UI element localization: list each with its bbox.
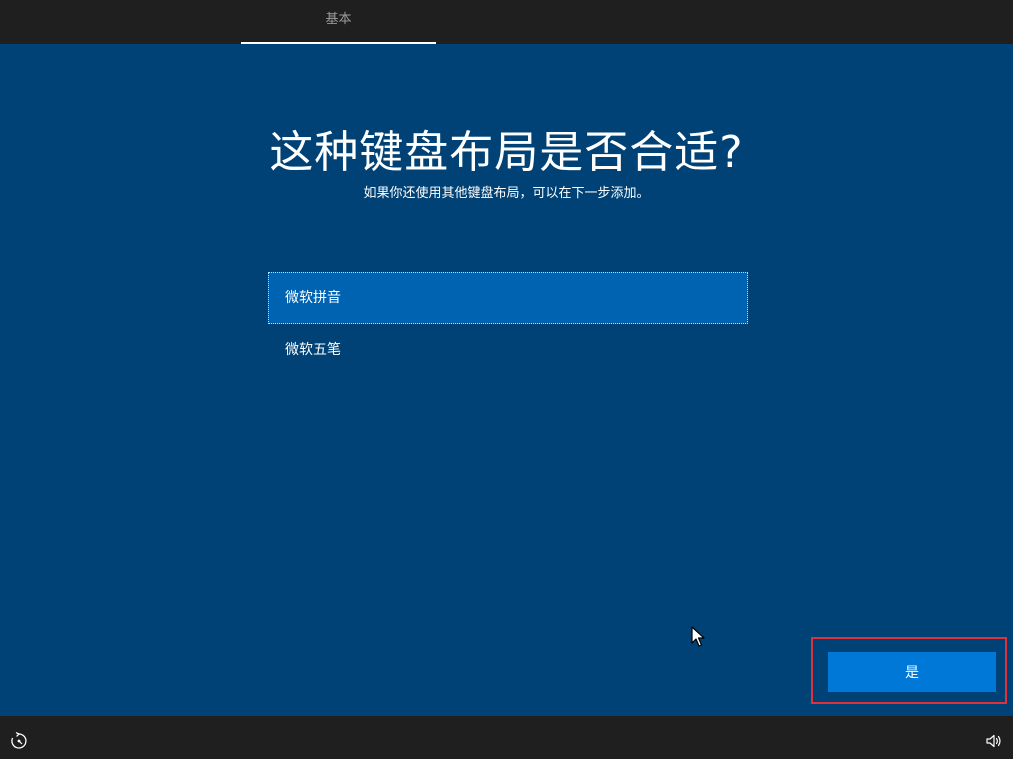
ease-of-access-icon[interactable]: [10, 732, 28, 750]
mouse-cursor-icon: [691, 626, 705, 647]
keyboard-layout-list: 微软拼音 微软五笔: [268, 272, 748, 376]
page-title: 这种键盘布局是否合适?: [269, 127, 744, 178]
keyboard-option-microsoft-pinyin[interactable]: 微软拼音: [268, 272, 748, 324]
volume-icon[interactable]: [985, 732, 1003, 750]
tab-basics-label: 基本: [325, 12, 352, 27]
top-bar: 基本: [0, 0, 1013, 44]
oobe-main-panel: 这种键盘布局是否合适? 如果你还使用其他键盘布局，可以在下一步添加。 微软拼音 …: [0, 44, 1013, 716]
yes-button[interactable]: 是: [828, 652, 996, 692]
page-subtitle: 如果你还使用其他键盘布局，可以在下一步添加。: [363, 186, 650, 201]
keyboard-option-label: 微软拼音: [285, 290, 341, 306]
tab-basics: 基本: [241, 0, 436, 44]
keyboard-option-label: 微软五笔: [285, 342, 341, 358]
keyboard-option-microsoft-wubi[interactable]: 微软五笔: [268, 324, 748, 376]
bottom-bar: [0, 716, 1013, 759]
